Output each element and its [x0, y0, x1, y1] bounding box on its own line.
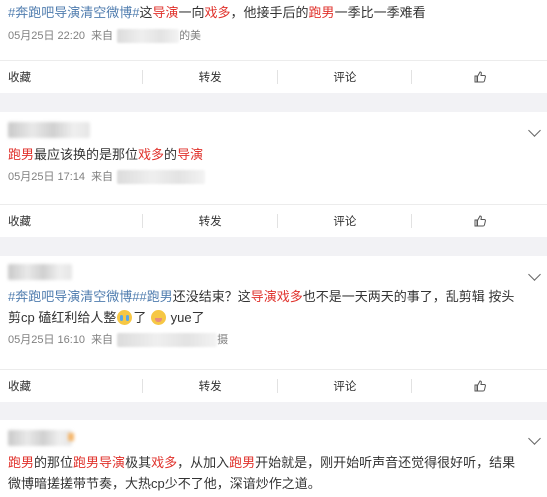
post-text: #奔跑吧导演清空微博#这导演一向戏多，他接手后的跑男一季比一季难看 — [8, 2, 539, 23]
keyword-highlight: 跑男 — [308, 5, 335, 20]
text-segment: 的 — [164, 147, 178, 162]
keyword-highlight: 跑男 — [8, 455, 35, 470]
text-segment: ，他接手后的 — [230, 5, 309, 20]
text-segment: 一季比一季难看 — [334, 5, 426, 20]
keyword-highlight: 戏多 — [151, 455, 178, 470]
crying-face-icon — [117, 310, 133, 325]
blurred-source — [117, 170, 206, 184]
collect-button[interactable]: 收藏 — [0, 205, 143, 237]
like-button[interactable] — [412, 205, 547, 237]
sick-face-icon — [150, 310, 166, 325]
like-button[interactable] — [412, 61, 547, 93]
post-date: 05月25日 17:14 — [8, 171, 86, 183]
action-bar: 收藏 转发 评论 — [0, 60, 547, 93]
keyword-highlight: 导演 — [99, 455, 126, 470]
text-segment: 这 — [139, 5, 153, 20]
topic-link[interactable]: #跑男 — [139, 289, 172, 304]
action-bar: 收藏 转发 评论 — [0, 369, 547, 402]
post-meta: 05月25日 22:20 来自 的美 — [8, 28, 539, 44]
keyword-highlight: 导演 — [152, 5, 179, 20]
post-meta: 05月25日 16:10 来自 摄 — [8, 332, 539, 348]
text-segment: 一向 — [178, 5, 205, 20]
post-text: 跑男最应该换的是那位戏多的导演 — [8, 144, 539, 165]
topic-link[interactable]: #奔跑吧导演清空微博# — [8, 289, 139, 304]
action-bar: 收藏 转发 评论 — [0, 204, 547, 237]
text-segment: 极其 — [125, 455, 152, 470]
keyword-highlight: 戏多 — [138, 147, 165, 162]
post-text: 跑男的那位跑男导演极其戏多，从加入跑男开始就是，刚开始听声音还觉得很好听，结果微… — [8, 452, 539, 494]
collect-button[interactable]: 收藏 — [0, 61, 143, 93]
weibo-feed: #奔跑吧导演清空微博#这导演一向戏多，他接手后的跑男一季比一季难看 05月25日… — [0, 0, 547, 497]
collect-button[interactable]: 收藏 — [0, 370, 143, 402]
keyword-highlight: 戏多 — [204, 5, 231, 20]
source-suffix: 摄 — [217, 334, 229, 346]
like-button[interactable] — [412, 370, 547, 402]
post-card: 跑男最应该换的是那位戏多的导演 05月25日 17:14 来自 收藏 转发 评论 — [0, 112, 547, 237]
topic-link[interactable]: #奔跑吧导演清空微博# — [8, 5, 139, 20]
text-segment: 还没结束？这 — [172, 289, 251, 304]
comment-button[interactable]: 评论 — [278, 61, 413, 93]
post-card: 跑男的那位跑男导演极其戏多，从加入跑男开始就是，刚开始听声音还觉得很好听，结果微… — [0, 420, 547, 497]
comment-button[interactable]: 评论 — [278, 205, 413, 237]
keyword-highlight: 跑男 — [8, 147, 35, 162]
post-card: #奔跑吧导演清空微博#这导演一向戏多，他接手后的跑男一季比一季难看 05月25日… — [0, 0, 547, 93]
keyword-highlight: 戏多 — [276, 289, 303, 304]
post-text-tail: yue了 — [170, 310, 205, 325]
keyword-highlight: 跑男 — [73, 455, 100, 470]
source-label: 来自 — [91, 171, 114, 183]
keyword-highlight: 跑男 — [229, 455, 256, 470]
blurred-source — [117, 333, 218, 347]
source-label: 来自 — [91, 30, 114, 42]
thumbs-up-icon — [474, 71, 486, 83]
post-meta: 05月25日 17:14 来自 — [8, 169, 539, 185]
comment-button[interactable]: 评论 — [278, 370, 413, 402]
post-text-tail: 了 — [133, 310, 147, 325]
repost-button[interactable]: 转发 — [143, 61, 278, 93]
keyword-highlight: 导演 — [250, 289, 277, 304]
thumbs-up-icon — [474, 215, 486, 227]
blurred-source — [117, 29, 180, 43]
post-date: 05月25日 22:20 — [8, 30, 86, 42]
text-segment: 的那位 — [34, 455, 74, 470]
post-card: #奔跑吧导演清空微博##跑男还没结束？这导演戏多也不是一天两天的事了，乱剪辑 按… — [0, 256, 547, 402]
source-label: 来自 — [91, 334, 114, 346]
keyword-highlight: 导演 — [177, 147, 204, 162]
repost-button[interactable]: 转发 — [143, 205, 278, 237]
source-suffix: 的美 — [179, 30, 202, 42]
thumbs-up-icon — [474, 380, 486, 392]
post-text: #奔跑吧导演清空微博##跑男还没结束？这导演戏多也不是一天两天的事了，乱剪辑 按… — [8, 286, 539, 328]
post-date: 05月25日 16:10 — [8, 334, 86, 346]
text-segment: ，从加入 — [177, 455, 230, 470]
repost-button[interactable]: 转发 — [143, 370, 278, 402]
text-segment: 最应该换的是那位 — [34, 147, 139, 162]
